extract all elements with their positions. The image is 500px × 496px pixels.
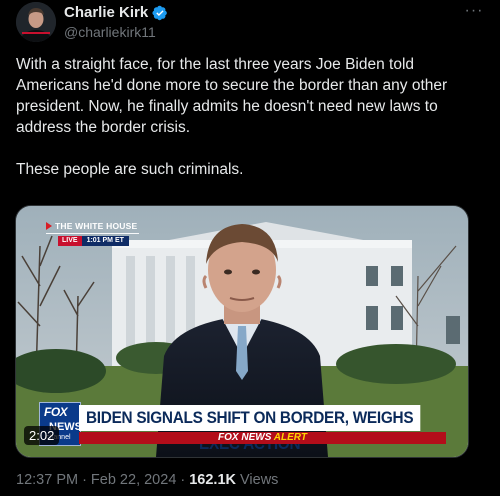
views-count: 162.1K xyxy=(189,472,236,488)
logo-top: FOX xyxy=(44,405,68,419)
live-time: 1:01 PM ET xyxy=(81,236,129,246)
tweet-paragraph: These people are such criminals. xyxy=(16,161,244,178)
tweet-paragraph: With a straight face, for the last three… xyxy=(16,56,452,136)
views-label: Views xyxy=(240,472,279,488)
live-indicator: LIVE 1:01 PM ET xyxy=(58,236,129,246)
avatar[interactable] xyxy=(16,2,56,42)
separator: · xyxy=(82,472,87,488)
author-handle[interactable]: @charliekirk11 xyxy=(64,24,156,40)
location-marker-icon xyxy=(46,222,52,230)
avatar-image xyxy=(16,2,56,42)
news-headline: BIDEN SIGNALS SHIFT ON BORDER, WEIGHS EX… xyxy=(79,405,421,453)
location-tag: THE WHITE HOUSE xyxy=(46,219,140,234)
live-label: LIVE xyxy=(58,236,82,246)
author-name-row[interactable]: Charlie Kirk xyxy=(64,4,168,21)
alert-bar: FOX NEWS ALERT xyxy=(79,432,446,444)
tweet-text: With a straight face, for the last three… xyxy=(16,54,484,180)
location-text: THE WHITE HOUSE xyxy=(55,221,138,231)
alert-word: ALERT xyxy=(273,432,307,443)
video-duration: 2:02 xyxy=(24,426,60,445)
alert-prefix: FOX NEWS xyxy=(218,432,272,443)
separator: · xyxy=(180,472,186,488)
video-player[interactable]: THE WHITE HOUSE LIVE 1:01 PM ET FOX NEWS… xyxy=(15,205,469,458)
verified-badge-icon xyxy=(152,5,168,20)
more-options-icon[interactable]: ··· xyxy=(462,2,486,20)
post-time[interactable]: 12:37 PM xyxy=(16,472,78,488)
display-name[interactable]: Charlie Kirk xyxy=(64,4,148,21)
tweet-metadata: 12:37 PM · Feb 22, 2024 · 162.1K Views xyxy=(16,472,278,488)
post-date[interactable]: Feb 22, 2024 xyxy=(91,472,176,488)
